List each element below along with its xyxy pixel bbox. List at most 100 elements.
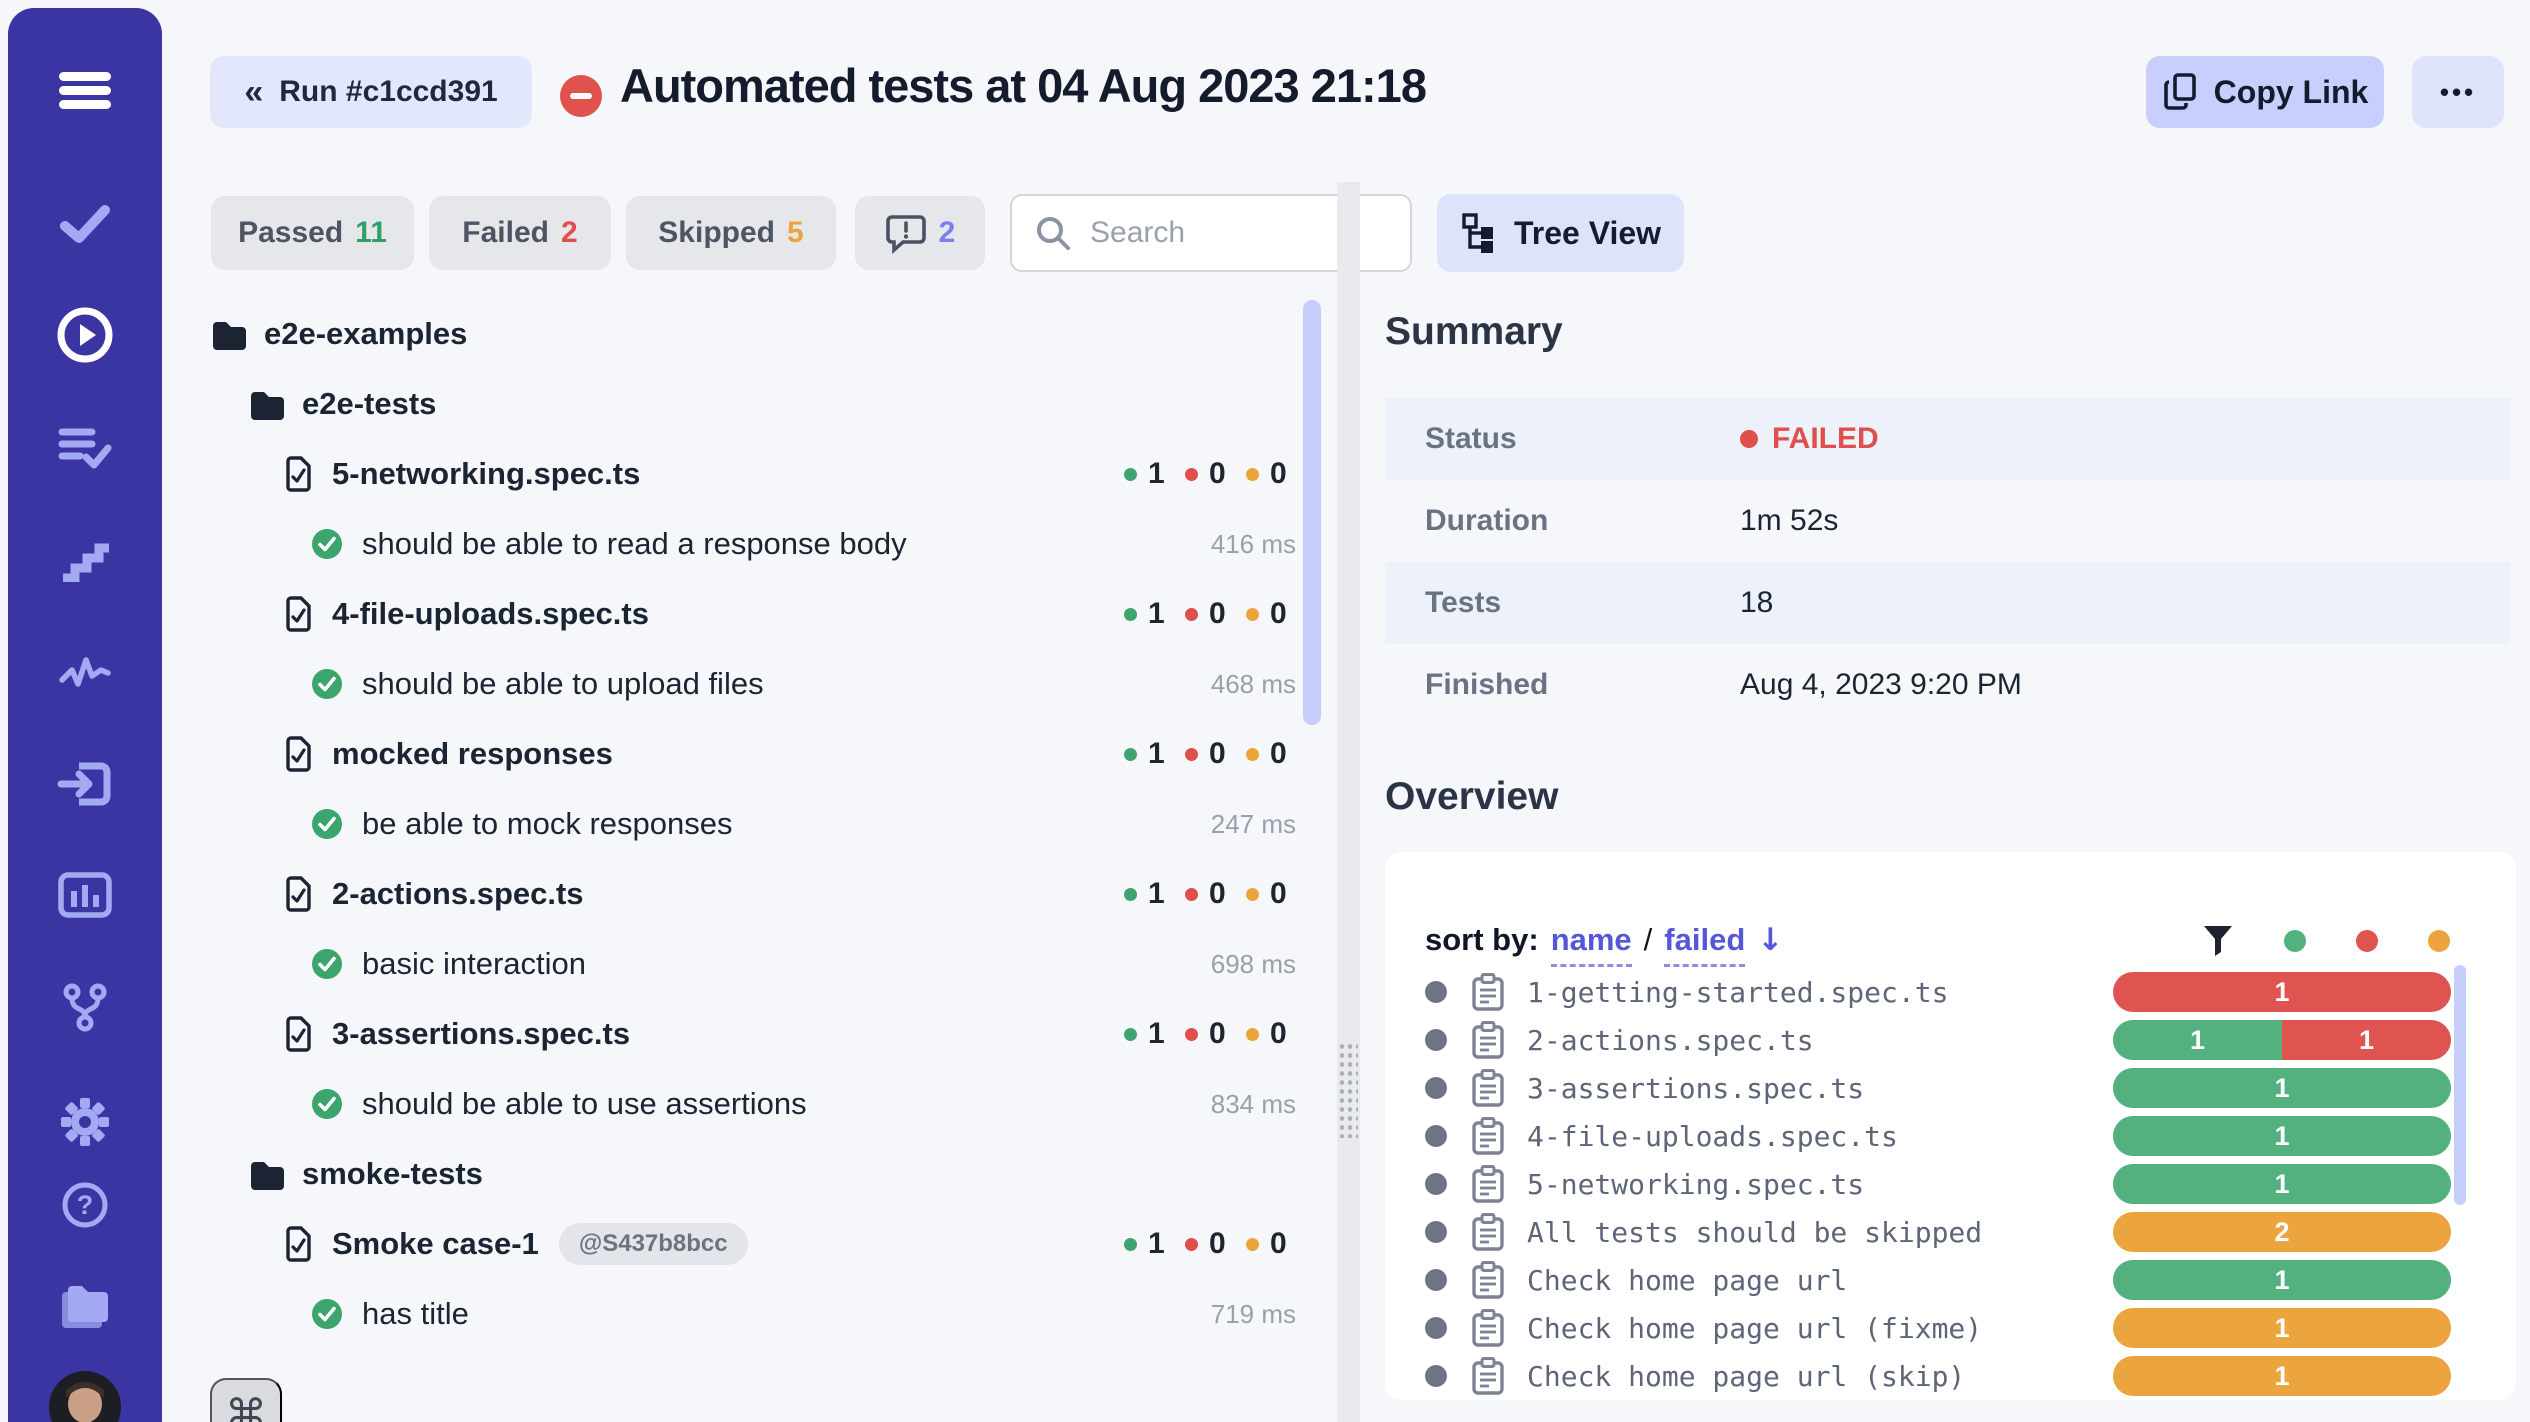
spec-name[interactable]: Check home page url (fixme) xyxy=(1527,1312,1982,1345)
overview-row[interactable]: 3-assertions.spec.ts 1 xyxy=(1385,1064,2516,1112)
checks-icon[interactable] xyxy=(8,198,162,246)
spec-bullet-icon xyxy=(1425,1077,1447,1099)
overview-row[interactable]: 5-networking.spec.ts 1 xyxy=(1385,1160,2516,1208)
spec-file-icon xyxy=(282,455,314,493)
sign-in-icon[interactable] xyxy=(8,758,162,810)
branches-icon[interactable] xyxy=(8,982,162,1032)
legend-skipped-dot[interactable] xyxy=(2428,930,2450,952)
tree-row[interactable]: Smoke case-1 @S437b8bcc 1 0 0 xyxy=(210,1209,1300,1279)
summary-finished-label: Finished xyxy=(1385,668,1740,702)
passed-label: Passed xyxy=(238,216,343,250)
tree-row[interactable]: should be able to read a response body 4… xyxy=(210,509,1300,579)
comments-count: 2 xyxy=(939,216,956,250)
bar-segment-skipped: 2 xyxy=(2113,1212,2451,1252)
spec-name[interactable]: All tests should be skipped xyxy=(1527,1216,1982,1249)
summary-duration-value: 1m 52s xyxy=(1740,504,1838,538)
resize-handle-dots[interactable] xyxy=(1338,1042,1358,1138)
bar-segment-skipped: 1 xyxy=(2113,1308,2451,1348)
tree-row[interactable]: should be able to use assertions 834 ms xyxy=(210,1069,1300,1139)
tree-row[interactable]: 5-networking.spec.ts 1 0 0 xyxy=(210,439,1300,509)
tree-row[interactable]: basic interaction 698 ms xyxy=(210,929,1300,999)
analytics-icon[interactable] xyxy=(8,872,162,918)
summary-heading: Summary xyxy=(1385,310,1563,354)
filter-failed-chip[interactable]: Failed 2 xyxy=(429,196,611,270)
tree-row[interactable]: be able to mock responses 247 ms xyxy=(210,789,1300,859)
sort-by-failed-link[interactable]: failed xyxy=(1664,922,1745,967)
clipboard-icon xyxy=(1469,1212,1507,1252)
passed-dot-icon xyxy=(1124,748,1137,761)
help-icon[interactable]: ? xyxy=(8,1180,162,1230)
keyboard-shortcut-button[interactable]: ⌘ xyxy=(210,1378,282,1422)
spec-name[interactable]: 5-networking.spec.ts xyxy=(1527,1168,1864,1201)
tree-row[interactable]: should be able to upload files 468 ms xyxy=(210,649,1300,719)
test-list-icon[interactable] xyxy=(8,424,162,472)
overview-row[interactable]: Check home page url (fixme) 1 xyxy=(1385,1304,2516,1352)
spec-name[interactable]: 4-file-uploads.spec.ts xyxy=(1527,1120,1898,1153)
filter-skipped-chip[interactable]: Skipped 5 xyxy=(626,196,836,270)
avatar[interactable] xyxy=(8,1370,162,1422)
tree-row[interactable]: 3-assertions.spec.ts 1 0 0 xyxy=(210,999,1300,1069)
legend-passed-dot[interactable] xyxy=(2284,930,2306,952)
overview-row[interactable]: Check home page url (skip) 1 xyxy=(1385,1352,2516,1400)
overview-row[interactable]: 1-getting-started.spec.ts 1 xyxy=(1385,968,2516,1016)
performance-icon[interactable] xyxy=(8,650,162,692)
copy-link-button[interactable]: Copy Link xyxy=(2146,56,2384,128)
ellipsis-icon: ••• xyxy=(2440,77,2476,108)
tree-row[interactable]: e2e-examples xyxy=(210,299,1300,369)
skipped-dot-icon xyxy=(1246,1238,1259,1251)
passed-count: 11 xyxy=(355,216,387,250)
overview-heading: Overview xyxy=(1385,775,1558,819)
spec-name[interactable]: 3-assertions.spec.ts xyxy=(1527,1072,1864,1105)
passed-dot-icon xyxy=(1124,1028,1137,1041)
tree-row-counts: 1 0 0 xyxy=(1124,737,1296,771)
passed-dot-icon xyxy=(1124,608,1137,621)
spec-name[interactable]: 2-actions.spec.ts xyxy=(1527,1024,1814,1057)
tree-row-label: basic interaction xyxy=(362,946,586,982)
steps-icon[interactable] xyxy=(8,536,162,582)
filter-passed-chip[interactable]: Passed 11 xyxy=(211,196,414,270)
spec-name[interactable]: Check home page url (skip) xyxy=(1527,1360,1965,1393)
folder-icon xyxy=(210,317,246,351)
sidebar: /**/ ? xyxy=(8,8,162,1422)
tree-row[interactable]: mocked responses 1 0 0 xyxy=(210,719,1300,789)
tree-row-counts: 1 0 0 xyxy=(1124,1017,1296,1051)
overview-row[interactable]: Check home page url 1 xyxy=(1385,1256,2516,1304)
panel-resize-gutter[interactable] xyxy=(1337,182,1360,1422)
tree-row[interactable]: smoke-tests xyxy=(210,1139,1300,1209)
filter-comments-chip[interactable]: 2 xyxy=(855,196,985,270)
filter-funnel-icon[interactable] xyxy=(2202,924,2234,958)
tree-row-counts: 1 0 0 xyxy=(1124,457,1296,491)
sort-by-label: sort by: xyxy=(1425,922,1539,958)
clipboard-icon xyxy=(1469,1308,1507,1348)
legend-failed-dot[interactable] xyxy=(2356,930,2378,952)
tree-row[interactable]: 2-actions.spec.ts 1 0 0 xyxy=(210,859,1300,929)
search-input[interactable] xyxy=(1090,216,1476,250)
overview-row[interactable]: All tests should be skipped 2 xyxy=(1385,1208,2516,1256)
tree-row-label: should be able to read a response body xyxy=(362,526,907,562)
overview-row[interactable]: 2-actions.spec.ts 11 xyxy=(1385,1016,2516,1064)
run-back-button[interactable]: « Run #c1ccd391 xyxy=(210,56,532,128)
sort-by-name-link[interactable]: name xyxy=(1551,922,1632,967)
tree-row[interactable]: has title 719 ms xyxy=(210,1279,1300,1349)
tree-scrollbar[interactable] xyxy=(1303,300,1321,725)
tree-row[interactable]: 4-file-uploads.spec.ts 1 0 0 xyxy=(210,579,1300,649)
command-icon: ⌘ xyxy=(225,1390,267,1422)
more-actions-button[interactable]: ••• xyxy=(2412,56,2504,128)
summary-status-label: Status xyxy=(1385,422,1740,456)
settings-icon[interactable]: /**/ xyxy=(8,1094,162,1150)
projects-icon[interactable] xyxy=(8,1282,162,1334)
spec-bullet-icon xyxy=(1425,1221,1447,1243)
spec-name[interactable]: Check home page url xyxy=(1527,1264,1847,1297)
overview-row[interactable]: 4-file-uploads.spec.ts 1 xyxy=(1385,1112,2516,1160)
run-play-icon[interactable] xyxy=(8,306,162,364)
clipboard-icon xyxy=(1469,1068,1507,1108)
menu-icon[interactable] xyxy=(8,70,162,110)
tree-row-label: e2e-tests xyxy=(302,386,436,422)
overview-card: sort by: name / failed ↓ 1-getting-start… xyxy=(1385,852,2516,1400)
failed-label: Failed xyxy=(462,216,549,250)
tree-row[interactable]: e2e-tests xyxy=(210,369,1300,439)
spec-name[interactable]: 1-getting-started.spec.ts xyxy=(1527,976,1948,1009)
tree-view-button[interactable]: Tree View xyxy=(1437,194,1684,272)
overview-scrollbar[interactable] xyxy=(2454,965,2466,1205)
sort-direction-arrow-icon[interactable]: ↓ xyxy=(1757,922,1783,958)
